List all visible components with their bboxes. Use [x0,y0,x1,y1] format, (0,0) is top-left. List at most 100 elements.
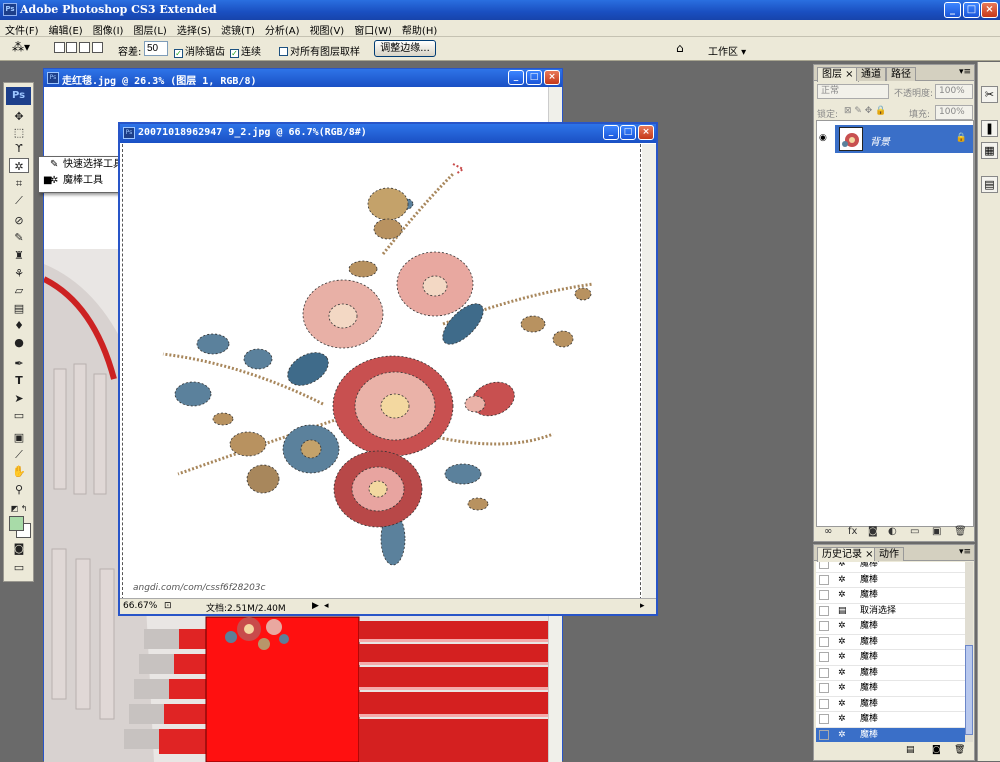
brushes-icon[interactable]: ❚ [981,120,998,137]
history-menu-icon[interactable]: ▾≡ [959,547,971,557]
history-state-row[interactable]: ✲ 魔棒 [816,588,966,604]
lasso-tool-icon[interactable]: ϒ [9,141,29,156]
shape-tool-icon[interactable]: ▭ [9,408,29,423]
opacity-input[interactable]: 100% [935,84,973,99]
history-source-box-icon[interactable] [819,605,829,616]
antialias-checkbox[interactable]: ✓ 消除锯齿 [174,43,225,58]
doc2-minimize-button[interactable]: _ [603,125,619,140]
subtract-selection-icon[interactable] [79,42,90,53]
menu-edit[interactable]: 编辑(E) [44,20,88,37]
history-state-row[interactable]: ✲ 魔棒 [816,697,966,712]
tab-actions[interactable]: 动作 [874,547,904,561]
history-source-box-icon[interactable] [819,714,829,724]
delete-layer-icon[interactable]: 🗑 [954,526,967,537]
layer-visibility-eye-icon[interactable]: ◉ [819,133,827,143]
adjustment-layer-icon[interactable]: ◐ [888,526,897,537]
workspace-button[interactable]: 工作区 ▾ [708,43,746,58]
history-state-row[interactable]: ✲ 魔棒 [816,666,966,681]
history-source-box-icon[interactable] [819,621,829,631]
delete-state-icon[interactable]: 🗑 [954,745,965,755]
status-menu-arrow-icon[interactable]: ▶ [312,601,319,611]
navigator-icon[interactable]: ✂ [981,86,998,103]
layer-mask-icon[interactable]: ◙ [868,526,878,537]
type-tool-icon[interactable]: T [9,373,29,388]
tab-history[interactable]: 历史记录 × [817,547,879,562]
tab-layers[interactable]: 图层 × [817,67,859,82]
history-state-row[interactable]: ✲ 魔棒 [816,619,966,635]
minimize-button[interactable]: _ [944,2,961,18]
history-source-box-icon[interactable] [819,729,829,740]
maximize-button[interactable]: □ [963,2,980,18]
doc2-vertical-scrollbar[interactable] [642,144,656,600]
history-state-row[interactable]: ▤ 取消选择 [816,604,966,619]
doc2-title-bar[interactable]: Ps 20071018962947 9_2.jpg @ 66.7%(RGB/8#… [120,124,656,143]
history-source-box-icon[interactable] [819,562,829,569]
clone-stamp-icon[interactable]: ♜ [9,248,29,263]
snapshot-icon[interactable]: ◙ [932,745,941,755]
new-layer-icon[interactable]: ▣ [932,526,941,537]
hand-tool-icon[interactable]: ✋ [9,464,29,479]
path-selection-icon[interactable]: ➤ [9,391,29,406]
history-source-box-icon[interactable] [819,652,829,662]
tool-presets-icon[interactable]: ▦ [981,142,998,159]
lock-icons[interactable]: ⊠ ✎ ✥ 🔒 [844,106,886,116]
foreground-color-swatch[interactable] [9,516,24,531]
slice-tool-icon[interactable]: ⟋ [9,193,29,208]
menu-image[interactable]: 图像(I) [88,20,129,37]
history-state-row[interactable]: ✲ 魔棒 [816,573,966,588]
history-source-box-icon[interactable] [819,636,829,647]
add-to-selection-icon[interactable] [66,42,77,53]
history-scroll-thumb[interactable] [965,645,973,735]
menu-help[interactable]: 帮助(H) [397,20,442,37]
flower-canvas[interactable]: angdi.com/com/cssf6f28203c [122,144,641,600]
quick-mask-icon[interactable]: ◙ [9,541,29,556]
doc1-title-bar[interactable]: Ps 走红毯.jpg @ 26.3% (图层 1, RGB/8) _ □ × [44,69,562,87]
history-source-box-icon[interactable] [819,667,829,678]
blend-mode-select[interactable]: 正常 [817,84,889,99]
zoom-tool-icon[interactable]: ⚲ [9,482,29,497]
history-source-box-icon[interactable] [819,574,829,585]
screen-mode-icon[interactable]: ▭ [9,560,29,575]
healing-brush-icon[interactable]: ⊘ [9,213,29,228]
scroll-left-icon[interactable]: ◂ [324,601,329,611]
gradient-tool-icon[interactable]: ▤ [9,301,29,316]
layer-style-icon[interactable]: fx [848,526,857,537]
new-selection-icon[interactable] [54,42,65,53]
doc1-minimize-button[interactable]: _ [508,70,524,85]
fill-input[interactable]: 100% [935,105,973,120]
history-state-row[interactable]: ✲ 魔棒 [816,562,966,573]
refine-edge-button[interactable]: 调整边缘... [374,40,436,57]
new-document-from-state-icon[interactable]: ▤ [906,745,915,755]
default-colors-icon[interactable]: ◩ ↰ [9,501,29,516]
history-state-row[interactable]: ✲ 魔棒 [816,712,966,728]
contiguous-checkbox[interactable]: ✓ 连续 [230,43,261,58]
brush-tool-icon[interactable]: ✎ [9,230,29,245]
intersect-selection-icon[interactable] [92,42,103,53]
history-state-row[interactable]: ✲ 魔棒 [816,681,966,697]
move-tool-icon[interactable]: ✥ [9,109,29,124]
new-group-icon[interactable]: ▭ [910,526,919,537]
pen-tool-icon[interactable]: ✒ [9,356,29,371]
tab-channels[interactable]: 通道 [856,67,886,81]
menu-analysis[interactable]: 分析(A) [260,20,305,37]
doc1-close-button[interactable]: × [544,70,560,85]
magic-wand-tool-icon[interactable]: ✲ [9,158,29,173]
link-layers-icon[interactable]: ∞ [824,526,832,537]
history-state-row[interactable]: ✲ 魔棒 [816,727,966,742]
zoom-level[interactable]: 66.67% [123,601,157,611]
menu-layer[interactable]: 图层(L) [128,20,171,37]
sample-all-layers-checkbox[interactable]: 对所有图层取样 [279,43,360,58]
magic-wand-tool-preset-icon[interactable]: ⁂▾ [12,40,30,54]
menu-filter[interactable]: 滤镜(T) [216,20,260,37]
eraser-tool-icon[interactable]: ▱ [9,283,29,298]
bridge-icon[interactable]: ⌂ [676,41,684,55]
dodge-tool-icon[interactable]: ● [9,335,29,350]
marquee-tool-icon[interactable]: ⬚ [9,125,29,140]
history-source-box-icon[interactable] [819,590,829,600]
history-source-box-icon[interactable] [819,683,829,693]
tolerance-input[interactable] [144,41,168,56]
crop-tool-icon[interactable]: ⌗ [9,176,29,191]
history-source-box-icon[interactable] [819,698,829,709]
tab-paths[interactable]: 路径 [886,67,916,81]
close-button[interactable]: × [981,2,998,18]
